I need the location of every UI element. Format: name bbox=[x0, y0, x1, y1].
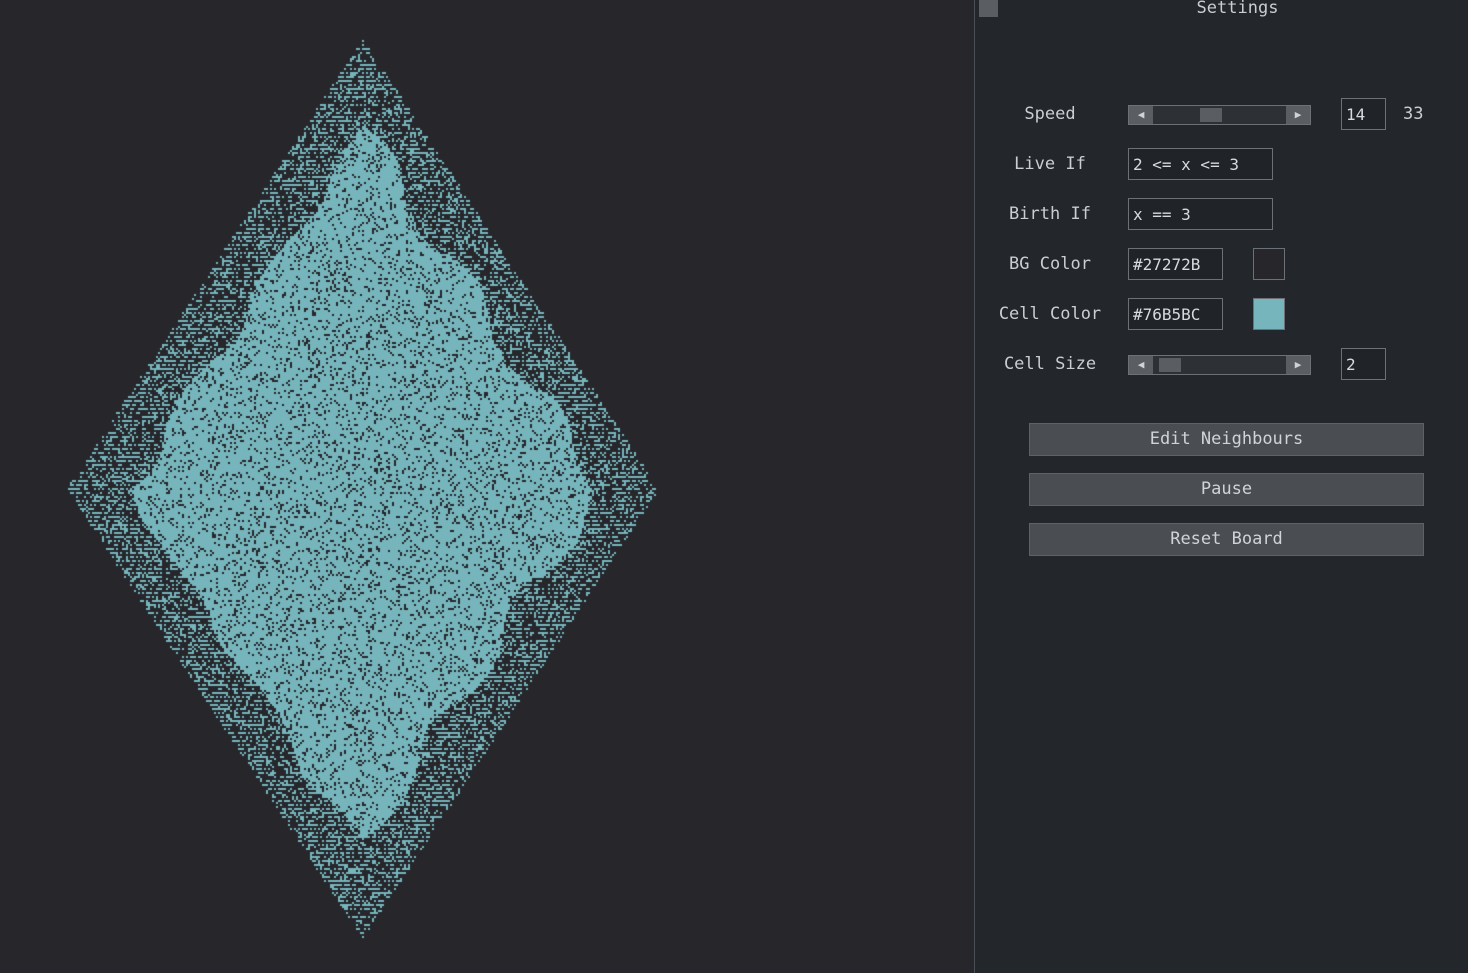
speed-label: Speed bbox=[1024, 104, 1076, 124]
cell-size-slider-thumb[interactable] bbox=[1158, 358, 1181, 372]
cell-color-label: Cell Color bbox=[998, 304, 1102, 324]
bg-color-input[interactable] bbox=[1128, 248, 1223, 280]
cell-color-swatch[interactable] bbox=[1253, 298, 1285, 330]
speed-increase-arrow-icon[interactable]: ▶ bbox=[1286, 106, 1310, 124]
speed-max-value: 33 bbox=[1403, 104, 1424, 124]
settings-panel: Settings Speed ◀ ▶ 33 Live If Birth If B… bbox=[974, 0, 1468, 973]
cell-size-slider[interactable]: ◀ ▶ bbox=[1128, 355, 1311, 375]
birth-if-input[interactable] bbox=[1128, 198, 1273, 230]
cell-size-input[interactable] bbox=[1341, 348, 1386, 380]
panel-title: Settings bbox=[1196, 0, 1279, 18]
live-if-input[interactable] bbox=[1128, 148, 1273, 180]
cell-size-decrease-arrow-icon[interactable]: ◀ bbox=[1129, 356, 1153, 374]
bg-color-label: BG Color bbox=[1009, 254, 1091, 274]
cell-size-increase-arrow-icon[interactable]: ▶ bbox=[1286, 356, 1310, 374]
cell-color-input[interactable] bbox=[1128, 298, 1223, 330]
speed-decrease-arrow-icon[interactable]: ◀ bbox=[1129, 106, 1153, 124]
birth-if-label: Birth If bbox=[1009, 204, 1091, 224]
cell-grid-canvas[interactable] bbox=[0, 0, 974, 973]
pause-button[interactable]: Pause bbox=[1029, 473, 1424, 506]
live-if-label: Live If bbox=[1014, 154, 1086, 174]
game-board[interactable] bbox=[0, 0, 974, 973]
speed-input[interactable] bbox=[1341, 98, 1386, 130]
speed-slider[interactable]: ◀ ▶ bbox=[1128, 105, 1311, 125]
edit-neighbours-button[interactable]: Edit Neighbours bbox=[1029, 423, 1424, 456]
cell-size-label: Cell Size bbox=[1003, 354, 1097, 374]
reset-board-button[interactable]: Reset Board bbox=[1029, 523, 1424, 556]
bg-color-swatch[interactable] bbox=[1253, 248, 1285, 280]
speed-slider-thumb[interactable] bbox=[1199, 108, 1222, 122]
